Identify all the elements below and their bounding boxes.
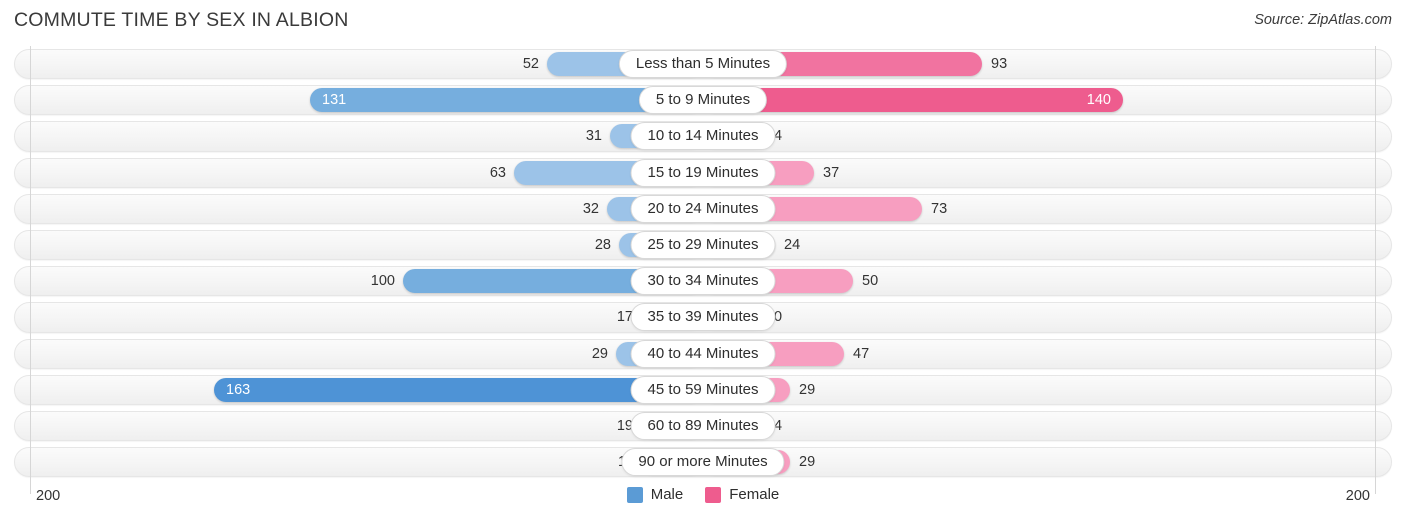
category-label: 90 or more Minutes — [621, 448, 785, 477]
male-value-label: 131 — [322, 92, 347, 109]
category-label: 60 to 89 Minutes — [630, 411, 776, 440]
chart-row: 31 4 10 to 14 Minutes — [0, 118, 1406, 154]
plot-area: 52 93 Less than 5 Minutes 131 140 5 to 9 Minu… — [0, 46, 1406, 494]
legend-item-female[interactable]: Female — [705, 486, 779, 503]
axis-line-left — [30, 46, 31, 494]
source-attribution: Source: ZipAtlas.com — [1254, 12, 1392, 28]
category-label: 35 to 39 Minutes — [630, 303, 776, 332]
chart-row: 52 93 Less than 5 Minutes — [0, 46, 1406, 82]
male-value-label: 29 — [591, 345, 608, 362]
chart-row: 32 73 20 to 24 Minutes — [0, 191, 1406, 227]
legend-label-female: Female — [729, 486, 780, 503]
bar-wrap: 31 4 10 to 14 Minutes — [0, 118, 1406, 154]
male-value-label: 163 — [226, 381, 251, 398]
legend-label-male: Male — [650, 486, 684, 503]
category-label: 15 to 19 Minutes — [630, 158, 776, 187]
female-value-label: 140 — [1086, 92, 1111, 109]
category-label: 20 to 24 Minutes — [630, 194, 776, 223]
bar-wrap: 29 47 40 to 44 Minutes — [0, 336, 1406, 372]
bar-wrap: 32 73 20 to 24 Minutes — [0, 191, 1406, 227]
chart-footer: 200 200 Male Female — [0, 480, 1406, 523]
bar-wrap: 17 0 35 to 39 Minutes — [0, 299, 1406, 335]
female-value-label: 37 — [823, 164, 840, 181]
chart-row: 17 0 35 to 39 Minutes — [0, 299, 1406, 335]
category-label: 30 to 34 Minutes — [630, 267, 776, 296]
chart-row: 131 140 5 to 9 Minutes — [0, 82, 1406, 118]
male-value-label: 63 — [489, 164, 506, 181]
female-value-label: 73 — [931, 200, 948, 217]
category-label: 25 to 29 Minutes — [630, 231, 776, 260]
chart-header: COMMUTE TIME BY SEX IN ALBION Source: Zi… — [0, 0, 1406, 46]
bar-wrap: 19 4 60 to 89 Minutes — [0, 408, 1406, 444]
axis-line-right — [1375, 46, 1376, 494]
commute-time-diverging-bar-chart: COMMUTE TIME BY SEX IN ALBION Source: Zi… — [0, 0, 1406, 523]
chart-row: 100 50 30 to 34 Minutes — [0, 263, 1406, 299]
chart-row: 28 24 25 to 29 Minutes — [0, 227, 1406, 263]
female-value-label: 29 — [799, 454, 816, 471]
bar-wrap: 63 37 15 to 19 Minutes — [0, 155, 1406, 191]
chart-row: 63 37 15 to 19 Minutes — [0, 155, 1406, 191]
chart-legend: Male Female — [0, 486, 1406, 503]
bar-wrap: 112990 or more Minutes — [0, 444, 1406, 480]
male-value-label: 28 — [594, 237, 611, 254]
male-color-swatch — [626, 486, 643, 503]
chart-row: 112990 or more Minutes — [0, 444, 1406, 480]
category-label: 45 to 59 Minutes — [630, 375, 776, 404]
female-value-label: 24 — [784, 237, 801, 254]
female-color-swatch — [705, 486, 722, 503]
male-value-label: 31 — [585, 128, 602, 145]
category-label: 10 to 14 Minutes — [630, 122, 776, 151]
legend-item-male[interactable]: Male — [626, 486, 684, 503]
page-title: COMMUTE TIME BY SEX IN ALBION — [14, 9, 349, 31]
female-value-label: 50 — [862, 273, 879, 290]
chart-row: 19 4 60 to 89 Minutes — [0, 408, 1406, 444]
category-label: 5 to 9 Minutes — [638, 86, 768, 115]
chart-row: 163 29 45 to 59 Minutes — [0, 372, 1406, 408]
male-value-label: 100 — [370, 273, 395, 290]
bar-wrap: 100 50 30 to 34 Minutes — [0, 263, 1406, 299]
female-value-label: 29 — [799, 381, 816, 398]
bar-wrap: 163 29 45 to 59 Minutes — [0, 372, 1406, 408]
category-label: 40 to 44 Minutes — [630, 339, 776, 368]
bar-wrap: 28 24 25 to 29 Minutes — [0, 227, 1406, 263]
male-value-label: 32 — [582, 200, 599, 217]
bar-wrap: 131 140 5 to 9 Minutes — [0, 82, 1406, 118]
female-value-label: 47 — [853, 345, 870, 362]
female-value-label: 93 — [991, 56, 1008, 73]
male-value-label: 52 — [522, 56, 539, 73]
bar-wrap: 52 93 Less than 5 Minutes — [0, 46, 1406, 82]
chart-row: 29 47 40 to 44 Minutes — [0, 336, 1406, 372]
category-label: Less than 5 Minutes — [618, 50, 788, 79]
